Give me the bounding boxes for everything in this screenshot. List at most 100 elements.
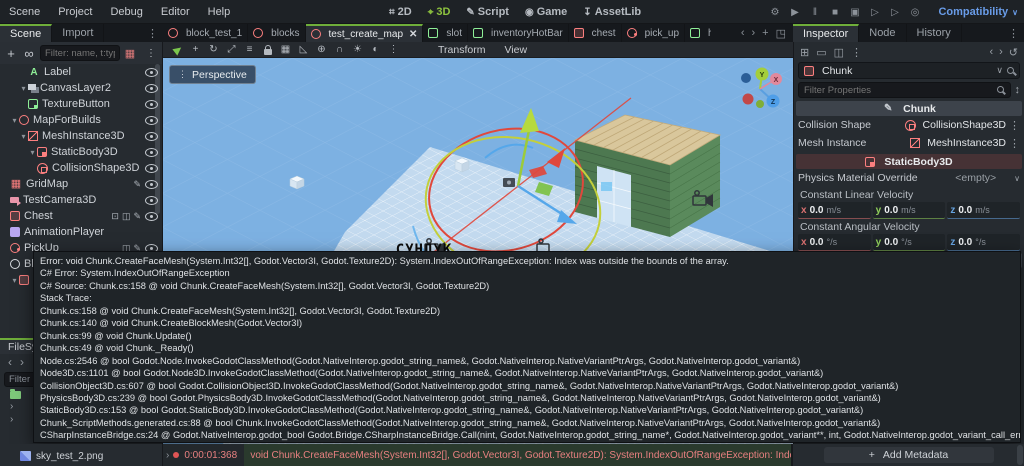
search-docs-icon[interactable] [1007, 67, 1014, 74]
transform-menu[interactable]: Transform [429, 44, 494, 56]
attach-script-button[interactable] [124, 47, 136, 59]
viewport-tool-icon[interactable]: ☀ [349, 43, 366, 57]
object-history-icon[interactable]: ↺ [1009, 46, 1018, 59]
workspace-button[interactable]: ⌖ 3D [422, 6, 457, 18]
tree-row[interactable]: ▾ Chest ⊡ ◫ ✎ [0, 208, 162, 224]
fs-forward-icon[interactable]: › [20, 355, 24, 369]
inspector-tool-icon[interactable]: ⋮ [851, 46, 862, 59]
filesystem-file-row[interactable]: sky_test_2.png [0, 444, 163, 466]
playback-icon[interactable]: ▣ [846, 7, 864, 18]
history-forward-icon[interactable]: › [999, 46, 1003, 58]
add-scene-icon[interactable]: + [762, 27, 768, 39]
editable-children-icon[interactable]: ⊡ [111, 211, 119, 222]
scene-tab[interactable]: hot_bar_inventory ✕ [685, 24, 711, 42]
tree-row[interactable]: ▾ TextureButton ⊡ ◫ ✎ [0, 96, 162, 112]
vector-field[interactable]: y 0.0 m/s [872, 202, 946, 219]
scene-tab[interactable]: inventoryHotBar ✕ [468, 24, 569, 42]
menu-item[interactable]: Help [199, 6, 240, 18]
fs-expander-icon[interactable]: › [10, 414, 13, 425]
fs-back-icon[interactable]: ‹ [8, 355, 12, 369]
workspace-button[interactable]: ⌗ 2D [383, 6, 418, 18]
vector-field[interactable]: z 0.0 °/s [947, 234, 1021, 251]
playback-icon[interactable]: ▶ [786, 7, 804, 18]
property-value[interactable]: CollisionShape3D [904, 119, 1006, 131]
tree-row[interactable]: ▾ MeshInstance3D ⊡ ◫ ✎ [0, 128, 162, 144]
viewport-tool-icon[interactable]: ≡ [241, 43, 258, 57]
dock-menu-icon[interactable]: ⋮ [1003, 24, 1024, 42]
collapse-arrow-icon[interactable]: ▾ [19, 132, 28, 141]
menu-item[interactable]: Scene [0, 6, 49, 18]
inspector-tool-icon[interactable]: ◫ [834, 46, 844, 59]
workspace-button[interactable]: ◉ Game [519, 6, 573, 18]
scene-tab[interactable]: test_create_map ✕ [305, 24, 424, 42]
debugger-scrollbar[interactable] [1017, 445, 1023, 465]
add-metadata-button[interactable]: + Add Metadata [823, 447, 994, 463]
viewport-tool-icon[interactable]: ↻ [205, 43, 222, 57]
expand-error-icon[interactable]: › [163, 450, 173, 461]
tab-scene[interactable]: Scene [0, 24, 53, 42]
menu-item[interactable]: Debug [101, 6, 151, 18]
playback-icon[interactable]: ◎ [906, 7, 924, 18]
script-icon[interactable]: ✎ [133, 211, 141, 222]
node-selector[interactable]: Chunk ∨ [798, 62, 1020, 79]
visibility-eye-icon[interactable] [145, 131, 158, 141]
visibility-eye-icon[interactable] [145, 67, 158, 77]
tree-row[interactable]: ▾ CanvasLayer2 ⊡ ◫ ✎ [0, 80, 162, 96]
visibility-eye-icon[interactable] [145, 147, 158, 157]
viewport-tool-icon[interactable]: ⊕ [313, 43, 330, 57]
menu-item[interactable]: Editor [152, 6, 199, 18]
viewport-tool-icon[interactable]: ⤢ [223, 43, 240, 57]
visibility-eye-icon[interactable] [145, 115, 158, 125]
close-icon[interactable]: ✕ [409, 29, 417, 40]
script-icon[interactable]: ✎ [133, 179, 141, 190]
visibility-eye-icon[interactable] [145, 163, 158, 173]
playback-icon[interactable]: ‖ [806, 7, 824, 18]
view-menu[interactable]: View [495, 44, 536, 56]
viewport-tool-icon[interactable]: ◐ [367, 43, 384, 57]
collapse-arrow-icon[interactable]: ▾ [28, 148, 37, 157]
viewport-tool-icon[interactable]: ▦ [277, 43, 294, 57]
viewport-tool-icon[interactable]: + [187, 43, 204, 57]
workspace-button[interactable]: ↧ AssetLib [577, 6, 647, 18]
debugger-error-row[interactable]: › 0:00:01:368 void Chunk.CreateFaceMesh(… [163, 444, 793, 466]
scene-filter-input[interactable] [40, 45, 120, 61]
vector-field[interactable]: x 0.0 °/s [798, 234, 871, 251]
scene-tab[interactable]: blocks ✕ [248, 24, 306, 42]
viewport-tool-icon[interactable]: ∩ [331, 43, 348, 57]
collapse-arrow-icon[interactable]: ▾ [19, 84, 28, 93]
menu-item[interactable]: Project [49, 6, 101, 18]
history-back-icon[interactable]: ‹ [989, 46, 993, 58]
visibility-eye-icon[interactable] [145, 179, 158, 189]
perspective-button[interactable]: ⋮ Perspective [169, 65, 256, 84]
scene-tab[interactable]: block_test_1 ✕ [163, 24, 249, 42]
open-scene-icon[interactable]: ◫ [122, 211, 131, 222]
viewport-tool-icon[interactable]: ◺ [295, 43, 312, 57]
dock-menu-icon[interactable]: ⋮ [142, 24, 163, 42]
category-staticbody3d[interactable]: StaticBody3D [796, 154, 1022, 169]
add-node-button[interactable]: + [4, 46, 18, 61]
tree-menu-icon[interactable]: ⋮ [144, 48, 158, 59]
scene-tab[interactable]: pick_up ✕ [622, 24, 686, 42]
inspector-tool-icon[interactable]: ⊞ [800, 46, 809, 59]
tabs-next-icon[interactable]: › [751, 27, 755, 39]
expand-viewport-icon[interactable]: ◳ [776, 27, 786, 40]
tab-import[interactable]: Import [52, 24, 105, 42]
tree-row[interactable]: ▾ GridMap ⊡ ◫ ✎ [0, 176, 162, 192]
fs-expander-icon[interactable]: › [10, 401, 13, 412]
playback-icon[interactable]: ■ [826, 7, 844, 18]
viewport-tool-icon[interactable]: ⋮ [385, 43, 402, 57]
playback-icon[interactable]: ▷ [886, 7, 904, 18]
property-menu-icon[interactable]: ⋮ [1009, 137, 1020, 150]
playback-icon[interactable]: ⚙ [766, 7, 784, 18]
vector-field[interactable]: z 0.0 m/s [947, 202, 1021, 219]
vector-field[interactable]: x 0.0 m/s [798, 202, 871, 219]
visibility-eye-icon[interactable] [145, 83, 158, 93]
visibility-eye-icon[interactable] [145, 99, 158, 109]
filter-properties-input[interactable] [798, 82, 1011, 98]
vector-field[interactable]: y 0.0 °/s [872, 234, 946, 251]
renderer-selector[interactable]: Compatibility ∨ [938, 0, 1018, 24]
viewport-tool-icon[interactable] [169, 43, 186, 57]
property-sort-icon[interactable]: ↕ [1015, 84, 1021, 96]
viewport-tool-icon[interactable] [259, 43, 276, 57]
tree-row[interactable]: ▾ MapForBuilds ⊡ ◫ ✎ [0, 112, 162, 128]
